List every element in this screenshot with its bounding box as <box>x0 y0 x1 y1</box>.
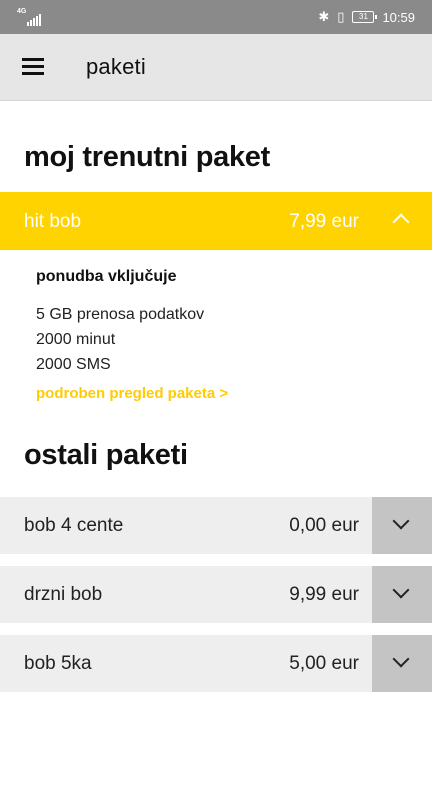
app-bar: paketi <box>0 34 432 101</box>
vibrate-icon: ▯ <box>337 9 345 24</box>
chevron-up-icon[interactable] <box>392 213 410 231</box>
current-package-row[interactable]: hit bob 7,99 eur <box>0 192 432 250</box>
package-row-bob-5ka[interactable]: bob 5ka 5,00 eur <box>0 635 432 692</box>
signal-icon <box>27 14 41 26</box>
package-includes: ponudba vključuje 5 GB prenosa podatkov … <box>36 268 416 402</box>
bluetooth-icon: ✱ <box>318 9 330 24</box>
chevron-down-icon <box>392 581 410 599</box>
package-name: drzni bob <box>24 584 103 605</box>
package-name: bob 5ka <box>24 653 92 674</box>
network-status: 4G <box>17 8 41 26</box>
hamburger-menu-icon[interactable] <box>22 58 44 76</box>
battery-icon: 31 <box>352 11 378 23</box>
status-bar: 4G ✱ ▯ 31 10:59 <box>0 0 432 34</box>
chevron-down-icon <box>392 650 410 668</box>
package-price: 9,99 eur <box>289 584 359 605</box>
chevron-down-icon <box>392 512 410 530</box>
package-row-bob-4-cente[interactable]: bob 4 cente 0,00 eur <box>0 497 432 554</box>
other-packages-heading: ostali paketi <box>24 439 188 471</box>
include-item-sms: 2000 SMS <box>36 356 111 373</box>
package-details-link[interactable]: podroben pregled paketa > <box>36 385 416 402</box>
include-item-minutes: 2000 minut <box>36 331 116 348</box>
package-name: bob 4 cente <box>24 515 124 536</box>
package-price: 5,00 eur <box>289 653 359 674</box>
expand-toggle[interactable] <box>372 635 432 692</box>
clock: 10:59 <box>382 9 415 25</box>
page-title: paketi <box>86 54 146 79</box>
includes-heading: ponudba vključuje <box>36 268 177 285</box>
current-package-heading: moj trenutni paket <box>24 141 270 173</box>
expand-toggle[interactable] <box>372 566 432 623</box>
include-item-data: 5 GB prenosa podatkov <box>36 306 205 323</box>
current-package-name: hit bob <box>24 211 82 232</box>
system-status: ✱ ▯ 31 10:59 <box>318 8 415 26</box>
current-package-price: 7,99 eur <box>289 211 359 232</box>
package-row-drzni-bob[interactable]: drzni bob 9,99 eur <box>0 566 432 623</box>
package-price: 0,00 eur <box>289 515 359 536</box>
expand-toggle[interactable] <box>372 497 432 554</box>
network-type-label: 4G <box>17 8 27 15</box>
